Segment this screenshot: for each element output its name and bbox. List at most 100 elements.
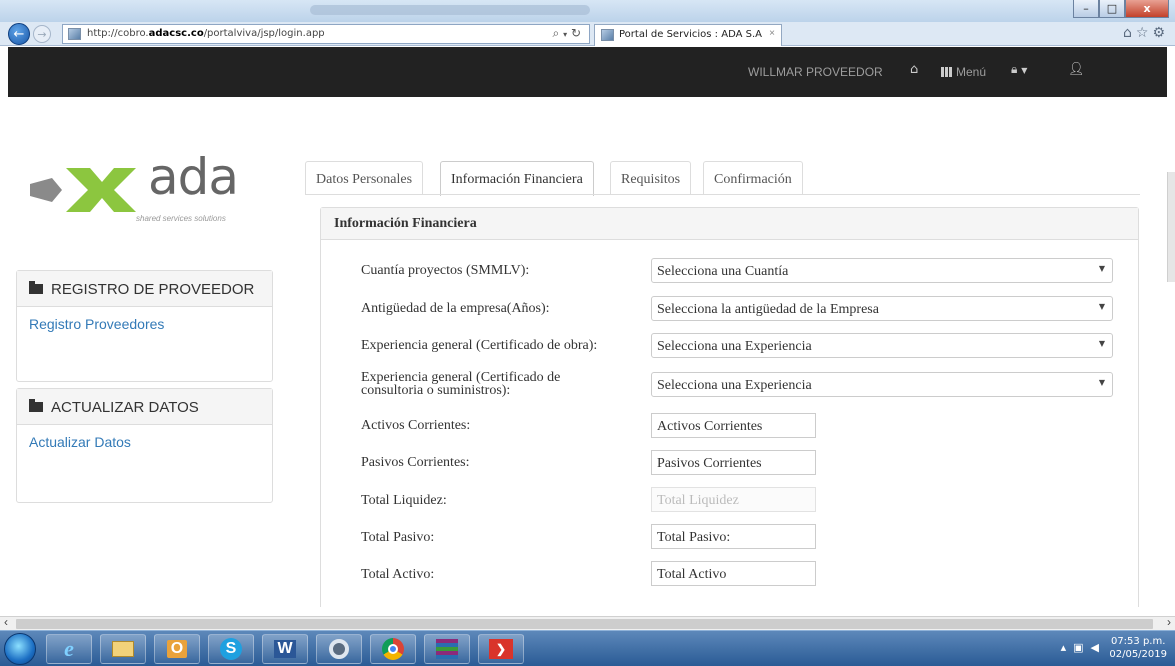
tab-title: Portal de Servicios : ADA S.A	[619, 29, 762, 40]
chevron-down-icon: ▼	[1098, 264, 1105, 273]
winrar-icon[interactable]	[424, 634, 470, 664]
panel-registro-proveedor: REGISTRO DE PROVEEDOR Registro Proveedor…	[16, 270, 273, 382]
label-experiencia-consultoria: Experiencia general (Certificado de consu…	[361, 371, 560, 398]
logo-tagline: shared services solutions	[136, 214, 226, 223]
red-app-icon[interactable]: ❯	[478, 634, 524, 664]
minimize-button[interactable]: –	[1073, 0, 1099, 18]
tab-close-button[interactable]: ×	[769, 28, 775, 39]
label-pasivos-corrientes: Pasivos Corrientes:	[361, 455, 470, 470]
chevron-down-icon: ▼	[1098, 302, 1105, 311]
menu-label: Menú	[956, 65, 987, 79]
outlook-label: O	[166, 640, 188, 658]
form-title: Información Financiera	[321, 208, 1138, 240]
grid-icon	[941, 67, 952, 77]
browser-navbar: ← → http://cobro.adacsc.co/portalviva/js…	[0, 22, 1175, 46]
address-icons: ⌕ ▾ ↻	[552, 26, 581, 40]
refresh-icon[interactable]: ↻	[571, 26, 581, 40]
home-icon[interactable]: ⌂	[1123, 25, 1136, 41]
input-pasivos-corrientes[interactable]: Pasivos Corrientes	[651, 450, 816, 475]
chevron-down-icon: ▼	[1098, 378, 1105, 387]
select-antiguedad[interactable]: Selecciona la antigüedad de la Empresa ▼	[651, 296, 1113, 321]
windows-taskbar: e O S W ❯ ▴ ▣ ◀ 07:53 p.m. 02/05/2019	[0, 630, 1175, 666]
vertical-scrollbar[interactable]	[1167, 150, 1175, 580]
label-cuantia: Cuantía proyectos (SMMLV):	[361, 263, 530, 278]
window-title-blurred	[310, 5, 590, 15]
caret-down-icon: ▼	[1021, 66, 1028, 75]
outlook-icon[interactable]: O	[154, 634, 200, 664]
user-icon[interactable]: 👤︎	[1068, 62, 1085, 77]
window-titlebar: – □ x	[0, 0, 1175, 22]
start-button[interactable]	[4, 633, 36, 665]
forward-button[interactable]: →	[33, 25, 51, 43]
label-antiguedad: Antigüedad de la empresa(Años):	[361, 301, 550, 316]
chevron-down-icon: ▼	[1098, 339, 1105, 348]
folder-icon	[29, 399, 43, 412]
scrollbar-thumb[interactable]	[1167, 172, 1175, 282]
word-label: W	[274, 640, 296, 658]
show-hidden-icon[interactable]: ▴	[1061, 641, 1067, 654]
arrow-right-icon: →	[37, 27, 47, 41]
star-icon[interactable]: ☆	[1136, 25, 1153, 41]
skype-icon[interactable]: S	[208, 634, 254, 664]
panel-title: REGISTRO DE PROVEEDOR	[51, 281, 255, 298]
chrome-icon[interactable]	[370, 634, 416, 664]
tab-datos-personales[interactable]: Datos Personales	[305, 161, 424, 195]
volume-icon[interactable]: ◀	[1091, 641, 1099, 654]
label-total-liquidez: Total Liquidez:	[361, 493, 447, 508]
window-controls: – □ x	[1073, 0, 1169, 18]
maximize-button[interactable]: □	[1099, 0, 1125, 18]
lock-dropdown[interactable]: 🔒︎ ▼	[1011, 62, 1027, 77]
menu-button[interactable]: Menú	[941, 65, 986, 79]
horizontal-scrollbar[interactable]: ‹ ›	[0, 615, 1175, 630]
input-activos-corrientes[interactable]: Activos Corrientes	[651, 413, 816, 438]
label-total-pasivo: Total Pasivo:	[361, 530, 435, 545]
link-registro-proveedores[interactable]: Registro Proveedores	[29, 316, 260, 332]
word-icon[interactable]: W	[262, 634, 308, 664]
panel-title: ACTUALIZAR DATOS	[51, 399, 199, 416]
folder-icon	[29, 281, 43, 294]
select-cuantia[interactable]: Selecciona una Cuantía ▼	[651, 258, 1113, 283]
select-experiencia-consultoria[interactable]: Selecciona una Experiencia ▼	[651, 372, 1113, 397]
arrow-left-icon: ←	[13, 26, 25, 42]
input-total-pasivo[interactable]: Total Pasivo:	[651, 524, 816, 549]
clock[interactable]: 07:53 p.m. 02/05/2019	[1109, 635, 1167, 661]
close-button[interactable]: x	[1125, 0, 1169, 18]
select-value: Selecciona una Experiencia	[657, 378, 812, 393]
link-actualizar-datos[interactable]: Actualizar Datos	[29, 434, 260, 450]
network-icon[interactable]: ▣	[1073, 641, 1083, 654]
ada-logo: ada shared services solutions	[30, 148, 262, 223]
tab-requisitos[interactable]: Requisitos	[610, 161, 692, 195]
internet-explorer-icon[interactable]: e	[46, 634, 92, 664]
select-value: Selecciona una Cuantía	[657, 264, 789, 279]
panel-actualizar-datos: ACTUALIZAR DATOS Actualizar Datos	[16, 388, 273, 503]
tab-confirmacion[interactable]: Confirmación	[703, 161, 803, 195]
tab-informacion-financiera[interactable]: Información Financiera	[440, 161, 594, 196]
address-bar[interactable]: http://cobro.adacsc.co/portalviva/jsp/lo…	[62, 24, 590, 44]
label-line: consultoria o suministros):	[361, 383, 511, 398]
scroll-right-icon[interactable]: ›	[1167, 615, 1171, 629]
label-experiencia-obra: Experiencia general (Certificado de obra…	[361, 338, 598, 353]
logo-text: ada	[148, 148, 239, 206]
lock-icon: 🔒︎	[1011, 62, 1018, 76]
clock-date: 02/05/2019	[1109, 649, 1167, 660]
input-total-liquidez: Total Liquidez	[651, 487, 816, 512]
select-value: Selecciona una Experiencia	[657, 339, 812, 354]
back-button[interactable]: ←	[8, 23, 30, 45]
scrollbar-thumb[interactable]	[16, 619, 1153, 629]
input-total-activo[interactable]: Total Activo	[651, 561, 816, 586]
gear-icon[interactable]: ⚙	[1152, 25, 1169, 41]
panel-heading: REGISTRO DE PROVEEDOR	[17, 271, 272, 307]
browser-tab[interactable]: Portal de Servicios : ADA S.A ×	[594, 24, 782, 46]
logo-mark-icon	[30, 168, 136, 212]
select-value: Selecciona la antigüedad de la Empresa	[657, 302, 879, 317]
tray-icons: ▴ ▣ ◀	[1061, 641, 1099, 654]
user-name: WILLMAR PROVEEDOR	[748, 65, 883, 79]
search-icon[interactable]: ⌕	[553, 26, 560, 40]
file-explorer-icon[interactable]	[100, 634, 146, 664]
financial-form-panel: Información Financiera Cuantía proyectos…	[320, 207, 1139, 607]
home-icon[interactable]: ⌂	[910, 62, 918, 77]
select-experiencia-obra[interactable]: Selecciona una Experiencia ▼	[651, 333, 1113, 358]
settings-icon[interactable]	[316, 634, 362, 664]
favicon-icon	[68, 28, 81, 40]
scroll-left-icon[interactable]: ‹	[4, 615, 8, 629]
